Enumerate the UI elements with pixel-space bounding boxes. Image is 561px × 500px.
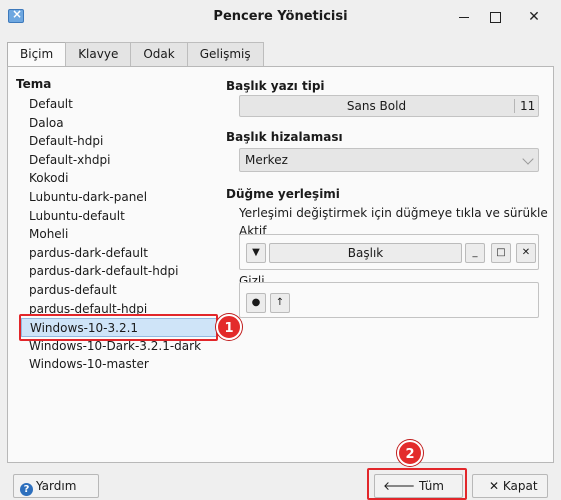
active-buttons-box: ▼ Başlık _ □ ✕: [239, 234, 539, 270]
theme-item[interactable]: Kokodi: [21, 169, 217, 188]
tab-odak[interactable]: Odak: [130, 42, 188, 67]
hidden-buttons-box: ● ↑: [239, 282, 539, 318]
title-alignment-select[interactable]: Merkez: [239, 148, 539, 172]
button-layout-hint: Yerleşimi değiştirmek için düğmeye tıkla…: [239, 206, 548, 220]
theme-item[interactable]: pardus-default: [21, 281, 217, 300]
theme-item[interactable]: Daloa: [21, 114, 217, 133]
callout-badge-2: 2: [397, 440, 423, 466]
theme-item[interactable]: Default-hdpi: [21, 132, 217, 151]
theme-item[interactable]: pardus-dark-default-hdpi: [21, 262, 217, 281]
theme-item[interactable]: Default: [21, 95, 217, 114]
font-size-divider: [514, 99, 515, 113]
help-icon: ?: [20, 483, 33, 496]
chevron-down-icon: [522, 153, 534, 165]
theme-item[interactable]: Moheli: [21, 225, 217, 244]
button-layout-label: Düğme yerleşimi: [226, 187, 340, 201]
title-bar: Pencere Yöneticisi ✕: [0, 0, 561, 34]
window-title: Pencere Yöneticisi: [213, 9, 348, 24]
title-alignment-value: Merkez: [245, 153, 288, 167]
help-label: Yardım: [36, 479, 77, 493]
theme-item[interactable]: pardus-dark-default: [21, 244, 217, 263]
callout-badge-1: 1: [216, 314, 242, 340]
maximize-icon[interactable]: [483, 6, 507, 28]
theme-heading: Tema: [16, 77, 52, 91]
tab-gelismis[interactable]: Gelişmiş: [186, 42, 264, 67]
window-menu-button[interactable]: ▼: [246, 243, 266, 263]
theme-item[interactable]: Windows-10-master: [21, 355, 217, 374]
close-label: Kapat: [502, 479, 538, 493]
title-font-button[interactable]: Sans Bold 11: [239, 95, 539, 117]
help-button[interactable]: ? Yardım: [13, 474, 99, 498]
maximize-button[interactable]: □: [491, 243, 511, 263]
close-dialog-button[interactable]: ✕ Kapat: [472, 474, 548, 498]
title-font-size: 11: [520, 99, 536, 113]
callout-highlight-1: [19, 314, 218, 341]
close-x-icon: ✕: [489, 479, 500, 493]
callout-highlight-2: [367, 468, 467, 500]
tab-bicim[interactable]: Biçim: [7, 42, 67, 68]
title-font-name: Sans Bold: [346, 99, 407, 113]
sticky-button[interactable]: ●: [246, 293, 266, 313]
theme-item[interactable]: Lubuntu-dark-panel: [21, 188, 217, 207]
title-font-label: Başlık yazı tipi: [226, 79, 325, 93]
tab-klavye[interactable]: Klavye: [65, 42, 132, 67]
minimize-button[interactable]: _: [465, 243, 485, 263]
above-button[interactable]: ↑: [270, 293, 290, 313]
theme-item[interactable]: Default-xhdpi: [21, 151, 217, 170]
close-icon[interactable]: ✕: [522, 6, 546, 28]
title-placeholder-button[interactable]: Başlık: [269, 243, 462, 263]
title-alignment-label: Başlık hizalaması: [226, 130, 343, 144]
theme-item[interactable]: Lubuntu-default: [21, 207, 217, 226]
tab-bar: Biçim Klavye Odak Gelişmiş: [7, 42, 264, 68]
close-button[interactable]: ✕: [516, 243, 536, 263]
minimize-icon[interactable]: [452, 6, 476, 28]
